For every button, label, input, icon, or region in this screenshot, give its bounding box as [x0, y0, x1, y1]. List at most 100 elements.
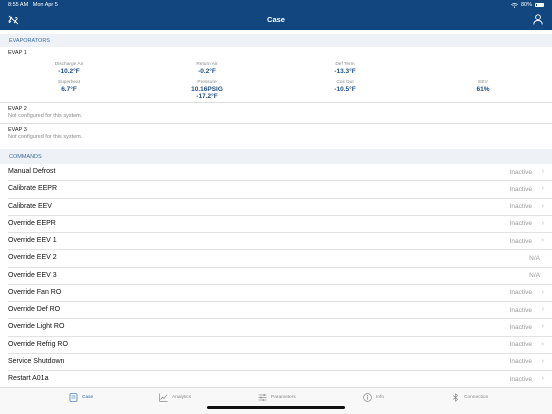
- tab-parameters[interactable]: Parameters: [258, 393, 296, 402]
- command-row-service-shutdown[interactable]: Service Shutdown Inactive ›: [8, 354, 552, 371]
- metric-value: -13.3°F: [334, 68, 356, 75]
- metric-label: Return Air: [196, 62, 218, 67]
- status-clock: 8:55 AM: [8, 2, 29, 8]
- battery-percent: 80%: [520, 2, 532, 8]
- metric-return-air: Return Air -0.2°F: [167, 62, 247, 75]
- home-indicator: [207, 406, 345, 409]
- command-label: Calibrate EEPR: [8, 185, 58, 193]
- command-row-override-eev-1[interactable]: Override EEV 1 Inactive ›: [8, 233, 552, 251]
- evap-2-title: EVAP 2: [8, 106, 27, 112]
- status-right: 80%: [511, 2, 544, 8]
- command-status: Inactive: [509, 289, 532, 297]
- metric-eev: EEV 61%: [443, 80, 523, 93]
- command-status: N/A: [529, 254, 540, 262]
- tab-label: Case: [82, 395, 94, 400]
- wifi-icon: [511, 2, 518, 8]
- status-bar: 8:55 AM Mon Apr 5 80%: [0, 0, 552, 9]
- command-status: Inactive: [509, 341, 532, 348]
- command-status: Inactive: [509, 185, 532, 193]
- chevron-right-icon: ›: [541, 168, 544, 175]
- metric-superheat: Superheat 6.7°F: [29, 80, 109, 93]
- command-label: Manual Defrost: [8, 168, 56, 175]
- metric-pressure: Pressure 10.16PSIG -17.2°F: [167, 80, 247, 100]
- metric-label: Coil Out: [336, 80, 354, 85]
- status-time: 8:55 AM Mon Apr 5: [8, 2, 58, 8]
- evap-3-panel: EVAP 3 Not configured for this system.: [0, 124, 552, 145]
- tab-label: Connection: [464, 395, 489, 400]
- metric-value: 10.16PSIG: [191, 86, 223, 93]
- command-row-restart-a01a[interactable]: Restart A01a Inactive ›: [8, 371, 552, 388]
- metric-value: -10.2°F: [58, 68, 80, 75]
- command-label: Override EEV 2: [8, 254, 57, 262]
- command-row-manual-defrost[interactable]: Manual Defrost Inactive ›: [8, 164, 552, 182]
- tab-label: Parameters: [271, 395, 296, 400]
- metric-label: EEV: [478, 80, 488, 85]
- evap-2-panel: EVAP 2 Not configured for this system.: [0, 103, 552, 124]
- command-label: Restart A01a: [8, 375, 49, 382]
- command-label: Override EEV 3: [8, 271, 57, 279]
- app-header: 8:55 AM Mon Apr 5 80% Case: [0, 0, 552, 30]
- evap-3-note: Not configured for this system.: [8, 134, 83, 140]
- command-status: Inactive: [509, 220, 532, 228]
- command-row-override-refrig-ro[interactable]: Override Refrig RO Inactive ›: [8, 337, 552, 354]
- chevron-right-icon: ›: [541, 323, 544, 331]
- command-label: Override Light RO: [8, 323, 65, 331]
- metric-value: -10.5°F: [334, 86, 356, 93]
- command-status: Inactive: [509, 358, 532, 366]
- command-row-override-def-ro[interactable]: Override Def RO Inactive ›: [8, 302, 552, 320]
- tab-connection[interactable]: Connection: [451, 393, 488, 402]
- command-status: Inactive: [509, 375, 532, 383]
- case-icon: [69, 393, 78, 402]
- bluetooth-icon: [453, 393, 459, 402]
- command-label: Override Refrig RO: [8, 340, 68, 348]
- chevron-right-icon: ›: [541, 306, 544, 313]
- command-status: Inactive: [509, 203, 532, 210]
- chevron-right-icon: ›: [541, 219, 544, 227]
- metric-def-term: Def Term -13.3°F: [305, 62, 385, 75]
- metric-label: Pressure: [197, 80, 217, 85]
- status-date: Mon Apr 5: [32, 2, 58, 8]
- command-status: N/A: [529, 272, 540, 279]
- chevron-right-icon: ›: [541, 237, 544, 244]
- sliders-icon: [258, 394, 267, 401]
- metric-value: 6.7°F: [61, 86, 77, 93]
- metric-value-saturation: -17.2°F: [196, 93, 218, 100]
- commands-list: Manual Defrost Inactive › Calibrate EEPR…: [0, 164, 552, 388]
- command-status: Inactive: [509, 306, 532, 314]
- command-row-override-eepr[interactable]: Override EEPR Inactive ›: [8, 216, 552, 233]
- command-status: Inactive: [509, 237, 532, 245]
- chevron-right-icon: ›: [541, 357, 544, 365]
- chevron-right-icon: ›: [541, 202, 544, 210]
- commands-section-header: COMMANDS: [0, 149, 552, 164]
- chevron-right-icon: ›: [541, 185, 544, 193]
- page-title: Case: [267, 15, 285, 24]
- command-row-override-light-ro[interactable]: Override Light RO Inactive ›: [8, 319, 552, 337]
- command-row-override-fan-ro[interactable]: Override Fan RO Inactive ›: [8, 285, 552, 302]
- user-icon[interactable]: [533, 14, 543, 25]
- tab-label: Analytics: [172, 395, 192, 400]
- command-label: Override Fan RO: [8, 288, 62, 296]
- metric-label: Def Term: [335, 62, 355, 67]
- evap-1-panel: EVAP 1 Discharge Air -10.2°F Return Air …: [0, 47, 552, 103]
- chart-icon: [159, 393, 168, 402]
- info-icon: [363, 393, 372, 402]
- tab-info[interactable]: Info: [363, 393, 384, 402]
- metric-discharge-air: Discharge Air -10.2°F: [29, 62, 109, 75]
- command-label: Calibrate EEV: [8, 202, 52, 210]
- evap-1-title: EVAP 1: [8, 50, 27, 56]
- evap-3-title: EVAP 3: [8, 127, 27, 133]
- command-label: Override EEPR: [8, 219, 56, 227]
- command-row-override-eev-2: Override EEV 2 N/A: [8, 250, 552, 268]
- command-row-calibrate-eepr[interactable]: Calibrate EEPR Inactive ›: [8, 181, 552, 199]
- command-row-calibrate-eev[interactable]: Calibrate EEV Inactive ›: [8, 199, 552, 216]
- tab-analytics[interactable]: Analytics: [159, 393, 191, 402]
- tab-bar: Case Analytics Parameters Info Connectio…: [0, 387, 552, 414]
- metric-value: 61%: [476, 86, 490, 93]
- command-status: Inactive: [509, 323, 532, 331]
- command-label: Override Def RO: [8, 306, 61, 313]
- tab-label: Info: [376, 395, 385, 400]
- tab-case[interactable]: Case: [69, 393, 93, 402]
- metric-value: -0.2°F: [198, 68, 216, 75]
- command-row-override-eev-3: Override EEV 3 N/A: [8, 268, 552, 285]
- metric-label: Discharge Air: [54, 62, 84, 67]
